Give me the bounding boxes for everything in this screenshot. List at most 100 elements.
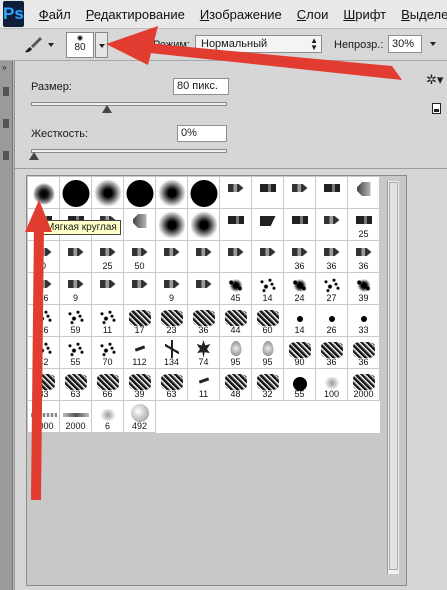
- menu-select[interactable]: Выделени: [401, 7, 447, 22]
- size-input[interactable]: 80 пикс.: [173, 78, 229, 95]
- menu-layers[interactable]: Слои: [297, 7, 329, 22]
- grid-scrollbar[interactable]: [387, 181, 399, 574]
- brush-preset-29[interactable]: [252, 241, 284, 273]
- opacity-chevron-down-icon[interactable]: [430, 42, 436, 46]
- brush-preset-30[interactable]: 36: [284, 241, 316, 273]
- brush-preset-26[interactable]: [156, 241, 188, 273]
- brush-preset-31[interactable]: 36: [316, 241, 348, 273]
- brush-preset-46[interactable]: 11: [92, 305, 124, 337]
- brush-preset-71[interactable]: 11: [188, 369, 220, 401]
- brush-preset-80[interactable]: 492: [124, 401, 156, 433]
- tool-icon[interactable]: [3, 151, 9, 160]
- brush-preset-65[interactable]: 36: [348, 337, 380, 369]
- brush-preset-8[interactable]: [284, 177, 316, 209]
- tool-icon[interactable]: [3, 119, 9, 128]
- brush-preset-33[interactable]: 36: [28, 273, 60, 305]
- brush-preset-58[interactable]: 112: [124, 337, 156, 369]
- brush-preset-72[interactable]: 48: [220, 369, 252, 401]
- new-preset-icon[interactable]: [432, 103, 441, 114]
- brush-preset-16[interactable]: [188, 209, 220, 241]
- brush-preset-43[interactable]: 39: [348, 273, 380, 305]
- brush-preset-67[interactable]: 63: [60, 369, 92, 401]
- brush-preset-toggle[interactable]: [95, 32, 108, 58]
- brush-preset-59[interactable]: 134: [156, 337, 188, 369]
- brush-preset-32[interactable]: 36: [348, 241, 380, 273]
- brush-preset-39[interactable]: 45: [220, 273, 252, 305]
- brush-preset-45[interactable]: 59: [60, 305, 92, 337]
- brush-preset-49[interactable]: 36: [188, 305, 220, 337]
- brush-preset-42[interactable]: 27: [316, 273, 348, 305]
- opacity-input[interactable]: 30%: [388, 35, 422, 53]
- brush-preset-2[interactable]: [92, 177, 124, 209]
- brush-preset-52[interactable]: 14: [284, 305, 316, 337]
- brush-preset-57[interactable]: 70: [92, 337, 124, 369]
- brush-preset-17[interactable]: [220, 209, 252, 241]
- brush-preset-18[interactable]: [252, 209, 284, 241]
- brush-preset-44[interactable]: 46: [28, 305, 60, 337]
- brush-preset-25[interactable]: 50: [124, 241, 156, 273]
- brush-preset-picker[interactable]: 80: [66, 32, 94, 58]
- brush-preset-1[interactable]: [60, 177, 92, 209]
- brush-preset-64[interactable]: 36: [316, 337, 348, 369]
- size-slider[interactable]: [31, 102, 227, 106]
- brush-preset-37[interactable]: 9: [156, 273, 188, 305]
- hardness-input[interactable]: 0%: [177, 125, 227, 142]
- brush-preset-27[interactable]: [188, 241, 220, 273]
- brush-preset-50[interactable]: 44: [220, 305, 252, 337]
- brush-preset-55[interactable]: 42: [28, 337, 60, 369]
- brush-preset-38[interactable]: [188, 273, 220, 305]
- brush-preset-24[interactable]: 25: [92, 241, 124, 273]
- brush-panel-toggle-icon[interactable]: [128, 38, 139, 49]
- tool-preset-chevron-down-icon[interactable]: [48, 43, 54, 47]
- gear-icon[interactable]: ✲▾: [426, 72, 443, 88]
- brush-preset-41[interactable]: 24: [284, 273, 316, 305]
- tool-icon[interactable]: [3, 87, 9, 96]
- brush-tool-icon[interactable]: [22, 33, 44, 55]
- brush-preset-3[interactable]: [124, 177, 156, 209]
- brush-preset-4[interactable]: [156, 177, 188, 209]
- menu-type[interactable]: Шрифт: [343, 7, 386, 22]
- brush-preset-74[interactable]: 55: [284, 369, 316, 401]
- brush-preset-5[interactable]: [188, 177, 220, 209]
- brush-preset-28[interactable]: [220, 241, 252, 273]
- brush-preset-21[interactable]: 25: [348, 209, 380, 241]
- brush-preset-56[interactable]: 55: [60, 337, 92, 369]
- brush-preset-36[interactable]: [124, 273, 156, 305]
- brush-preset-19[interactable]: [284, 209, 316, 241]
- brush-preset-75[interactable]: 100: [316, 369, 348, 401]
- grid-scrollbar-thumb[interactable]: [389, 182, 398, 570]
- brush-preset-47[interactable]: 17: [124, 305, 156, 337]
- brush-preset-20[interactable]: [316, 209, 348, 241]
- brush-preset-61[interactable]: 95: [220, 337, 252, 369]
- brush-preset-14[interactable]: [124, 209, 156, 241]
- brush-preset-54[interactable]: 33: [348, 305, 380, 337]
- brush-preset-0[interactable]: [28, 177, 60, 209]
- brush-preset-10[interactable]: [348, 177, 380, 209]
- brush-preset-22[interactable]: 0: [28, 241, 60, 273]
- brush-preset-78[interactable]: 2000: [60, 401, 92, 433]
- brush-preset-76[interactable]: 2000: [348, 369, 380, 401]
- hardness-slider[interactable]: [31, 149, 227, 153]
- brush-preset-70[interactable]: 63: [156, 369, 188, 401]
- menu-image[interactable]: Изображение: [200, 7, 282, 22]
- brush-preset-9[interactable]: [316, 177, 348, 209]
- menu-file[interactable]: Файл: [39, 7, 71, 22]
- brush-preset-62[interactable]: 95: [252, 337, 284, 369]
- hardness-slider-thumb[interactable]: [29, 152, 39, 160]
- brush-preset-60[interactable]: 74: [188, 337, 220, 369]
- brush-preset-23[interactable]: [60, 241, 92, 273]
- brush-preset-68[interactable]: 66: [92, 369, 124, 401]
- brush-preset-15[interactable]: [156, 209, 188, 241]
- brush-preset-51[interactable]: 60: [252, 305, 284, 337]
- brush-preset-6[interactable]: [220, 177, 252, 209]
- brush-preset-7[interactable]: [252, 177, 284, 209]
- brush-preset-73[interactable]: 32: [252, 369, 284, 401]
- brush-preset-48[interactable]: 23: [156, 305, 188, 337]
- brush-preset-40[interactable]: 14: [252, 273, 284, 305]
- brush-preset-69[interactable]: 39: [124, 369, 156, 401]
- brush-preset-35[interactable]: [92, 273, 124, 305]
- brush-preset-79[interactable]: 6: [92, 401, 124, 433]
- mode-select[interactable]: Нормальный ▲ ▼: [195, 35, 322, 53]
- menu-edit[interactable]: Редактирование: [86, 7, 185, 22]
- brush-preset-34[interactable]: 9: [60, 273, 92, 305]
